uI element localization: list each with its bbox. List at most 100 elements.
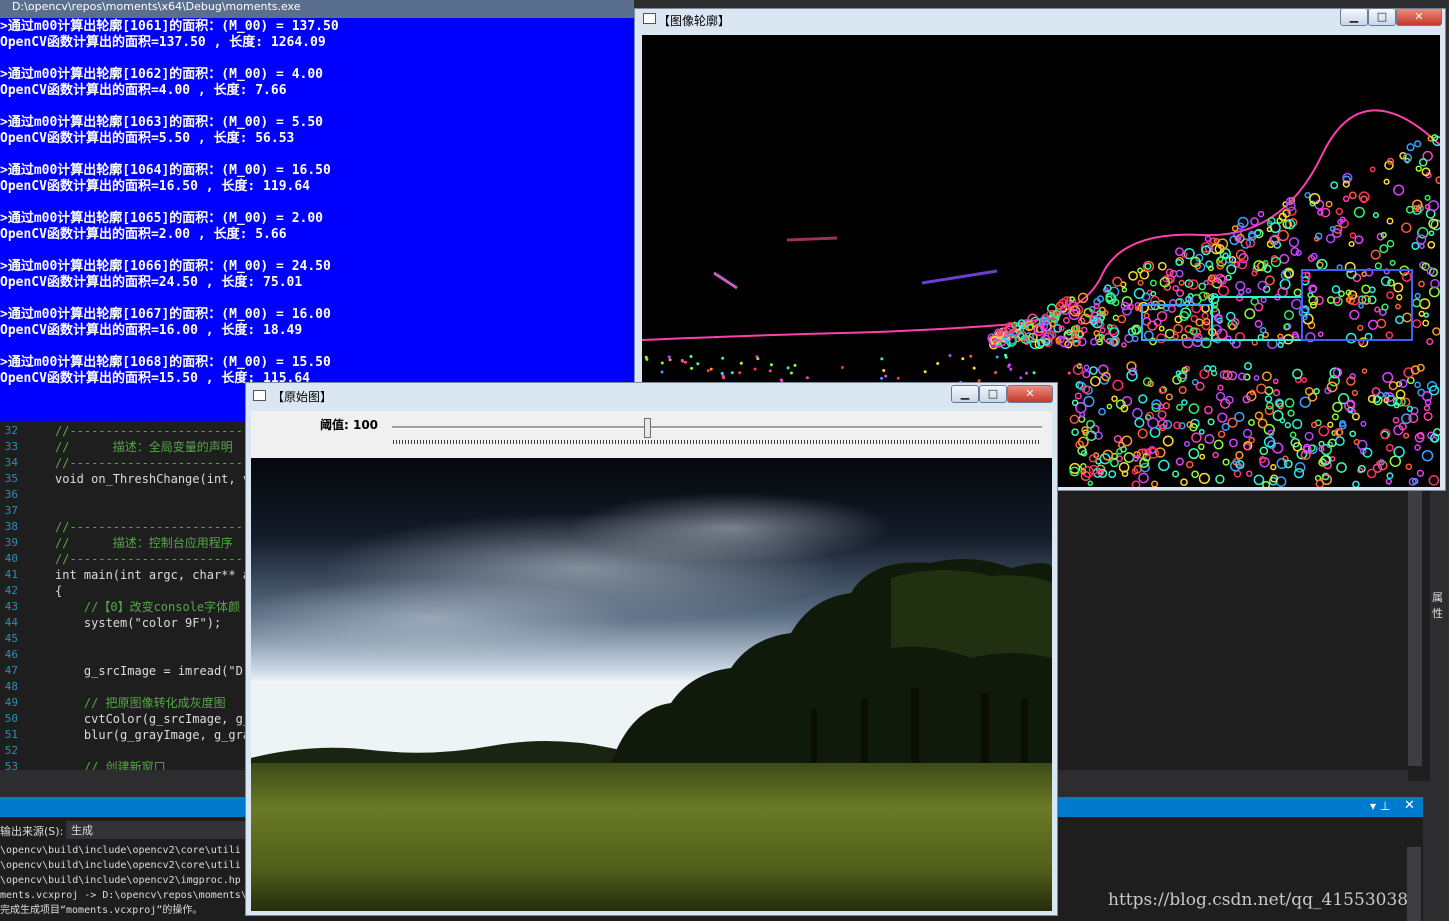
- console-line: >通过m00计算出轮廓[1065]的面积：(M_00) = 2.00: [0, 211, 324, 226]
- line-number: 52: [4, 744, 18, 757]
- line-number: 48: [4, 680, 18, 693]
- output-line: \opencv\build\include\opencv2\core\utili: [0, 860, 241, 871]
- output-scrollbar[interactable]: [1407, 847, 1421, 921]
- contour-dot: [753, 367, 757, 371]
- contour-blob: [1151, 480, 1159, 487]
- line-number: 40: [4, 552, 18, 565]
- contour-blob: [1222, 458, 1230, 466]
- contour-blob: [1360, 420, 1367, 427]
- line-number: 44: [4, 616, 18, 629]
- console-line: OpenCV函数计算出的面积=16.00 , 长度: 18.49: [0, 323, 303, 338]
- contour-blob: [1176, 289, 1185, 298]
- contour-blob: [1250, 217, 1259, 226]
- contour-blob: [1233, 469, 1242, 478]
- contour-blob: [1419, 298, 1431, 310]
- minimize-button[interactable]: ▁: [1340, 8, 1368, 26]
- contour-blob: [1213, 439, 1224, 450]
- contour-blob: [1069, 296, 1075, 302]
- contour-blob: [1264, 275, 1275, 286]
- contour-blob: [1137, 428, 1148, 439]
- contour-blob: [1334, 436, 1345, 447]
- contour-blob: [1178, 386, 1187, 395]
- contour-blob: [1395, 303, 1401, 310]
- contour-blob: [1226, 264, 1237, 275]
- contour-dot: [936, 362, 940, 365]
- contour-blob: [1301, 377, 1308, 383]
- contour-blob: [1259, 326, 1267, 334]
- contour-dot: [923, 370, 927, 374]
- contour-blob: [1163, 305, 1170, 312]
- contour-blob: [1121, 435, 1133, 447]
- contour-dot: [779, 378, 783, 382]
- line-number: 49: [4, 696, 18, 709]
- contour-blob: [1382, 371, 1394, 384]
- maximize-button[interactable]: □: [1368, 8, 1396, 26]
- contour-blob: [1191, 470, 1199, 479]
- contour-blob: [1345, 332, 1357, 344]
- contour-blob: [1138, 472, 1149, 484]
- contour-blob: [1188, 448, 1200, 460]
- contour-dot: [1032, 371, 1036, 375]
- contour-blob: [1112, 379, 1124, 391]
- close-icon[interactable]: ✕: [1404, 798, 1415, 813]
- pin-icon[interactable]: ▾ ⊥: [1370, 799, 1390, 813]
- contour-blob: [1217, 412, 1228, 423]
- tree-trunk: [981, 693, 989, 768]
- contour-blob: [1123, 452, 1135, 463]
- contour-blob: [1393, 184, 1405, 196]
- contour-blob: [1147, 417, 1159, 429]
- contour-blob: [1386, 239, 1395, 248]
- contour-blob: [1071, 399, 1079, 406]
- contour-blob: [1264, 395, 1273, 403]
- console-line: OpenCV函数计算出的面积=5.50 , 长度: 56.53: [0, 131, 295, 146]
- contour-blob: [1269, 222, 1281, 234]
- output-source-select[interactable]: 生成: [66, 821, 256, 839]
- close-button[interactable]: ✕: [1396, 8, 1442, 26]
- threshold-slider-thumb[interactable]: [643, 418, 651, 438]
- code-line: cvtColor(g_srcImage, g_: [55, 712, 251, 726]
- contour-dot: [972, 366, 976, 370]
- contour-blob: [1428, 230, 1435, 237]
- maximize-button[interactable]: □: [979, 385, 1007, 403]
- contour-blob: [1158, 459, 1170, 472]
- contour-blob: [1349, 309, 1360, 320]
- contour-blob: [1393, 446, 1405, 458]
- line-number: 45: [4, 632, 18, 645]
- code-line: g_srcImage = imread("D:: [55, 664, 251, 678]
- contour-blob: [1326, 296, 1335, 305]
- contour-dot: [706, 369, 710, 373]
- ide-side-panel: 属性: [1430, 421, 1449, 921]
- contour-blob: [1414, 381, 1421, 389]
- contour-blob: [1361, 368, 1368, 374]
- contour-blob: [1406, 143, 1415, 152]
- threshold-slider-track[interactable]: [392, 426, 1042, 429]
- contour-dot: [948, 354, 952, 357]
- contour-blob: [1188, 279, 1199, 290]
- line-number: 39: [4, 536, 18, 549]
- contour-blob: [1162, 402, 1171, 410]
- contour-blob: [1396, 294, 1403, 301]
- contour-blob: [1204, 405, 1213, 415]
- contour-blob: [1342, 195, 1350, 203]
- close-button[interactable]: ✕: [1007, 385, 1053, 403]
- minimize-button[interactable]: ▁: [951, 385, 979, 403]
- contour-blob: [1207, 418, 1215, 426]
- contour-dot: [995, 355, 999, 359]
- contour-blob: [1116, 448, 1123, 455]
- contour-blob: [1124, 333, 1134, 343]
- contour-blob: [1175, 298, 1183, 306]
- code-line: int main(int argc, char** a: [55, 568, 251, 582]
- contour-blob: [1093, 302, 1100, 310]
- contour-blob: [1384, 160, 1394, 170]
- contour-dot: [1019, 376, 1023, 380]
- contour-blob: [1386, 217, 1394, 225]
- properties-tab[interactable]: 属性: [1432, 589, 1449, 621]
- console-line: OpenCV函数计算出的面积=16.50 , 长度: 119.64: [0, 179, 311, 194]
- contour-blob: [1293, 288, 1302, 297]
- contour-blob: [1195, 381, 1205, 391]
- tree-trunk: [911, 688, 919, 768]
- contour-blob: [1089, 366, 1098, 375]
- contour-blob: [1304, 431, 1314, 441]
- contour-blob: [1395, 315, 1404, 325]
- contour-blob: [1325, 200, 1333, 208]
